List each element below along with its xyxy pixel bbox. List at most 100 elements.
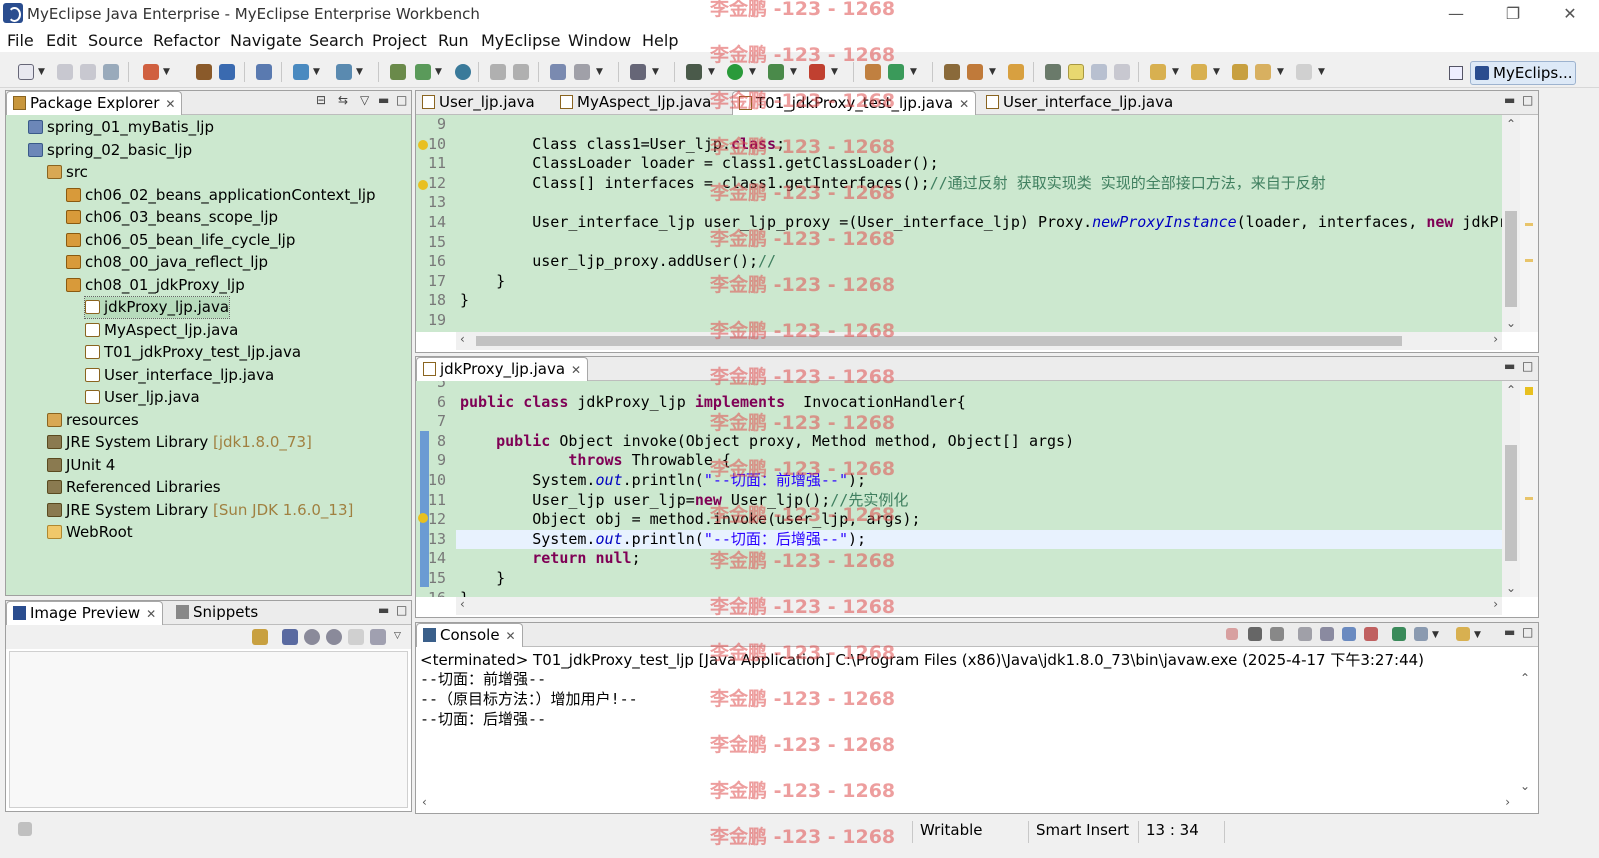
rocket-icon[interactable] [967,64,983,80]
scroll-thumb[interactable] [476,336,1402,346]
warning-marker[interactable] [1525,259,1533,262]
tree-item[interactable]: spring_01_myBatis_ljp [28,117,214,138]
search-tools-dropdown-icon[interactable]: ▼ [356,67,363,77]
deploy-icon[interactable] [196,64,212,80]
minimize-editor-icon[interactable]: ▬ [1504,93,1515,107]
globe-icon[interactable] [455,64,471,80]
rocket-dropdown-icon[interactable]: ▼ [989,67,996,77]
run-dropdown-icon[interactable]: ▼ [749,67,756,77]
back-dropdown-icon[interactable]: ▼ [1277,67,1284,77]
menu-project[interactable]: Project [372,31,427,50]
console-hscrollbar[interactable]: ‹ › [416,795,1516,813]
stop-icon[interactable] [809,64,825,80]
tree-item[interactable]: JUnit 4 [47,455,115,476]
camera-icon[interactable] [630,64,646,80]
maximize-view-icon[interactable]: □ [396,603,407,617]
run-icon[interactable] [727,64,743,80]
link-editor-icon[interactable]: ⇆ [338,93,348,107]
tab-package-explorer[interactable]: Package Explorer ✕ [6,91,183,115]
menu-run[interactable]: Run [438,31,469,50]
warning-marker[interactable] [1525,497,1533,500]
warning-icon[interactable] [418,513,428,523]
print-icon[interactable] [103,64,119,80]
tab-snippets[interactable]: Snippets [170,601,264,625]
run-last-icon[interactable] [768,64,784,80]
new-icon[interactable] [18,64,34,80]
coverage-dropdown-icon[interactable]: ▼ [596,67,603,77]
back-icon[interactable] [1255,64,1271,80]
next-annotation-dropdown-icon[interactable]: ▼ [1172,67,1179,77]
menu-help[interactable]: Help [642,31,678,50]
top-editor-hscrollbar[interactable]: ‹ › [456,332,1502,350]
zoom-out-icon[interactable] [304,629,320,645]
view-menu-icon[interactable]: ▽ [360,93,369,107]
tab-image-preview[interactable]: Image Preview ✕ [6,601,164,625]
search-tools-icon[interactable] [336,64,352,80]
tree-item[interactable]: jdkProxy_ljp.java [83,296,231,319]
close-button[interactable]: ✕ [1547,0,1593,30]
display-console-icon[interactable] [1414,627,1428,641]
menu-search[interactable]: Search [309,31,364,50]
tree-item[interactable]: JRE System Library [jdk1.8.0_73] [47,432,312,453]
warning-icon[interactable] [418,180,428,190]
top-editor-vscrollbar[interactable]: ⌃ ⌄ [1502,115,1520,332]
clear-console-icon[interactable] [1298,627,1312,641]
warning-marker[interactable] [1525,223,1533,226]
scroll-lock-icon[interactable] [1320,627,1334,641]
menu-refactor[interactable]: Refactor [153,31,220,50]
next-annotation-icon[interactable] [1150,64,1166,80]
actual-size-icon[interactable] [348,629,364,645]
tab-jdkproxy-ljp[interactable]: jdkProxy_ljp.java ✕ [416,357,589,381]
debug-tools-dropdown-icon[interactable]: ▼ [313,67,320,77]
tree-item[interactable]: ch06_03_beans_scope_ljp [66,207,278,228]
tree-item[interactable]: Referenced Libraries [47,477,221,498]
minimize-editor-icon[interactable]: ▬ [1504,359,1515,373]
last-edit-location-icon[interactable] [1232,64,1248,80]
zoom-in-icon[interactable] [326,629,342,645]
new-web-dropdown-icon[interactable]: ▼ [163,67,170,77]
step-icon[interactable] [490,64,506,80]
tab-editor-file[interactable]: T01_jdkProxy_test_ljp.java ✕ [732,91,977,115]
scroll-up-icon[interactable]: ⌃ [1506,117,1516,131]
tree-item[interactable]: MyAspect_ljp.java [85,320,238,341]
collapse-all-icon[interactable]: ⊟ [316,93,326,107]
maximize-view-icon[interactable]: □ [396,93,407,107]
scroll-thumb[interactable] [1505,445,1517,561]
open-console-icon[interactable] [1456,627,1470,641]
tab-editor-file[interactable]: User_ljp.java [416,91,541,115]
tree-item[interactable]: resources [47,410,139,431]
new-class-dropdown-icon[interactable]: ▼ [910,67,917,77]
new-package-icon[interactable] [865,64,881,80]
maximize-view-icon[interactable]: □ [1522,625,1533,639]
scroll-left-icon[interactable]: ‹ [422,795,427,809]
previous-annotation-dropdown-icon[interactable]: ▼ [1213,67,1220,77]
bottom-editor-vscrollbar[interactable]: ⌃ ⌄ [1502,381,1520,597]
close-icon[interactable]: ✕ [146,607,156,621]
maximize-editor-icon[interactable]: □ [1522,93,1533,107]
menu-edit[interactable]: Edit [46,31,77,50]
sync-icon[interactable] [252,629,268,645]
coverage-icon[interactable] [574,64,590,80]
tab-console[interactable]: Console ✕ [416,623,523,647]
close-icon[interactable]: ✕ [165,97,175,111]
view-menu-icon[interactable]: ▽ [394,631,401,641]
show-on-stdout-icon[interactable] [1342,627,1356,641]
menu-myeclipse[interactable]: MyEclipse [481,31,560,50]
scroll-down-icon[interactable]: ⌄ [1520,779,1530,793]
remove-launch-icon[interactable] [1248,627,1262,641]
close-icon[interactable]: ✕ [506,629,516,643]
tree-item[interactable]: WebRoot [47,522,133,543]
show-on-stderr-icon[interactable] [1364,627,1378,641]
step-return-icon[interactable] [513,64,529,80]
run-server-dropdown-icon[interactable]: ▼ [435,67,442,77]
pin-console-icon[interactable] [1392,627,1406,641]
mark-occurrences-icon[interactable] [1068,64,1084,80]
previous-annotation-icon[interactable] [1191,64,1207,80]
scroll-down-icon[interactable]: ⌄ [1506,581,1516,595]
scroll-right-icon[interactable]: › [1493,597,1498,611]
warning-icon[interactable] [418,140,428,150]
menu-file[interactable]: File [7,31,34,50]
server-icon[interactable] [219,64,235,80]
restore-button[interactable]: ❐ [1490,0,1536,30]
fast-view-icon[interactable] [18,822,32,836]
